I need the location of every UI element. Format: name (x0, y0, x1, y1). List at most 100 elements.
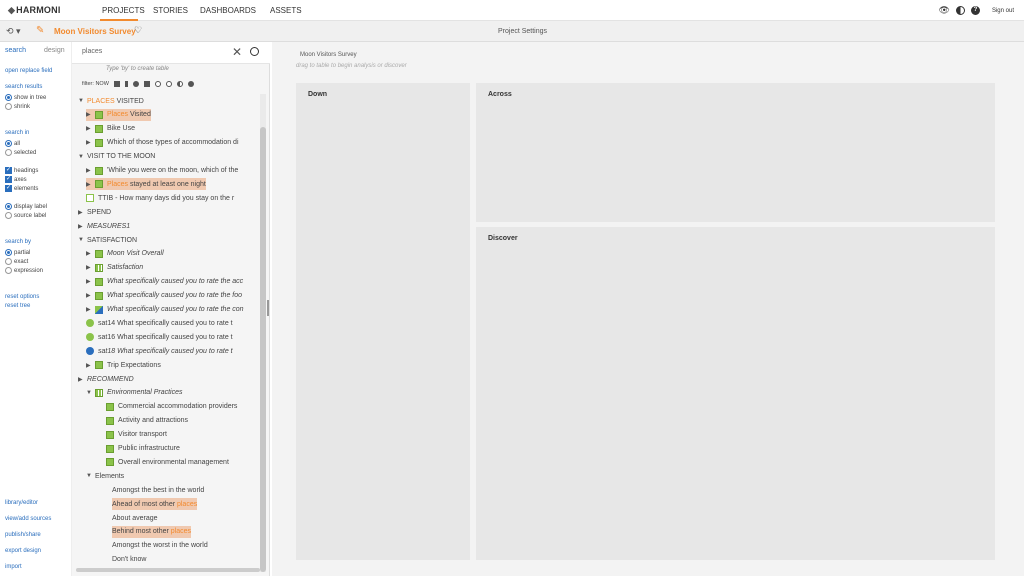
checkbox-elements[interactable]: ✓ elements (5, 185, 38, 192)
harmoni-logo[interactable]: ◆HARMONI (8, 5, 61, 16)
filter-label[interactable]: filter: NOW (82, 81, 109, 87)
eye-icon[interactable]: 👁 (939, 5, 950, 16)
tree-row[interactable]: Behind most other places (112, 525, 191, 538)
expand-down-icon[interactable]: ▼ (86, 473, 95, 479)
tab-design[interactable]: design (44, 47, 65, 54)
tree-row[interactable]: ▶ What specifically caused you to rate th… (86, 276, 243, 288)
nav-stories[interactable]: STORIES (153, 6, 188, 15)
tree-row[interactable]: TTIB - How many days did you stay on the… (86, 192, 234, 204)
export-design-link[interactable]: export design (5, 548, 41, 554)
checkbox-axes[interactable]: ✓ axes (5, 176, 27, 183)
bar-filter-icon[interactable] (124, 81, 128, 87)
tree-row[interactable]: ▶ Trip Expectations (86, 359, 161, 371)
option-show-in-tree[interactable]: show in tree (5, 94, 46, 101)
option-selected[interactable]: selected (5, 149, 36, 156)
tree-row[interactable]: ▼ Elements (86, 470, 124, 482)
tree-row[interactable]: Commercial accommodation providers (106, 401, 237, 413)
history-icon[interactable]: ⟲ ▾ (6, 26, 21, 37)
tree-scrollbar-thumb[interactable] (260, 127, 266, 572)
tree-row[interactable]: Visitor transport (106, 429, 167, 441)
tree-row[interactable]: ▶ Which of those types of accommodation d… (86, 137, 239, 149)
tree-row[interactable]: Overall environmental management (106, 456, 229, 468)
expand-right-icon[interactable]: ▶ (86, 139, 95, 146)
option-source-label[interactable]: source label (5, 212, 46, 219)
tree-row[interactable]: ▶ 'While you were on the moon, which of t… (86, 165, 238, 177)
tree-row[interactable]: ▶ MEASURES1 (78, 220, 130, 232)
tree-row[interactable]: Public infrastructure (106, 443, 180, 455)
tree-row[interactable]: Activity and attractions (106, 415, 188, 427)
option-all[interactable]: all (5, 140, 20, 147)
expand-right-icon[interactable]: ▶ (86, 250, 95, 257)
pin-filter-icon[interactable] (132, 81, 139, 87)
tree-row[interactable]: ▶ What specifically caused you to rate th… (86, 304, 244, 316)
tree-row[interactable]: ▼ SATISFACTION (78, 234, 137, 246)
reset-options-link[interactable]: reset options (5, 294, 39, 300)
expand-right-icon[interactable]: ▶ (86, 181, 95, 188)
expand-right-icon[interactable]: ▶ (86, 167, 95, 174)
expand-down-icon[interactable]: ▼ (86, 390, 95, 396)
view-sources-link[interactable]: view/add sources (5, 516, 51, 522)
publish-share-link[interactable]: publish/share (5, 532, 41, 538)
toggle-filter-icon[interactable] (187, 81, 194, 87)
tree-row[interactable]: sat16 What specifically caused you to ra… (86, 331, 233, 343)
tree-row[interactable]: Ahead of most other places (112, 498, 198, 511)
grid-filter-icon[interactable] (113, 81, 120, 87)
checkbox-headings[interactable]: ✓ headings (5, 167, 38, 174)
nav-assets[interactable]: ASSETS (270, 6, 302, 15)
signout-link[interactable]: Sign out (992, 8, 1014, 14)
tree-scrollbar[interactable] (260, 94, 266, 572)
expand-right-icon[interactable]: ▶ (86, 278, 95, 285)
option-expression[interactable]: expression (5, 267, 43, 274)
nav-dashboards[interactable]: DASHBOARDS (200, 6, 256, 15)
expand-right-icon[interactable]: ▶ (86, 125, 95, 132)
expand-down-icon[interactable]: ▼ (78, 237, 87, 243)
contrast-filter-icon[interactable] (176, 81, 183, 87)
discover-drop-zone[interactable]: Discover (476, 227, 995, 560)
tree-row[interactable]: ▶ Places stayed at least one night (86, 178, 206, 191)
tree-row[interactable]: ▶ RECOMMEND (78, 373, 134, 385)
open-replace-link[interactable]: open replace field (5, 68, 52, 74)
import-link[interactable]: import (5, 564, 22, 570)
tab-search[interactable]: search (5, 47, 26, 54)
library-editor-link[interactable]: library/editor (5, 500, 38, 506)
tree-row[interactable]: ▶ Satisfaction (86, 262, 143, 274)
tree-row[interactable]: Amongst the worst in the world (112, 540, 208, 552)
search-icon[interactable] (250, 47, 259, 56)
tree-row[interactable]: ▶ Places Visited (86, 108, 151, 121)
tree-row[interactable]: ▼ Environmental Practices (86, 387, 182, 399)
option-partial[interactable]: partial (5, 249, 30, 256)
expand-down-icon[interactable]: ▼ (78, 154, 87, 160)
nav-projects[interactable]: PROJECTS (102, 6, 145, 15)
tree-row[interactable]: ▶ SPEND (78, 206, 111, 218)
tree-row[interactable]: ▶ What specifically caused you to rate th… (86, 290, 242, 302)
expand-right-icon[interactable]: ▶ (86, 292, 95, 299)
eye-filter-icon[interactable] (154, 81, 161, 87)
expand-down-icon[interactable]: ▼ (78, 98, 87, 104)
contrast-icon[interactable] (955, 6, 965, 15)
help-icon[interactable]: ? (970, 6, 980, 15)
tree-search-input[interactable]: places (82, 48, 102, 55)
expand-right-icon[interactable]: ▶ (78, 376, 87, 383)
tree-row[interactable]: About average (112, 512, 158, 524)
expand-right-icon[interactable]: ▶ (86, 362, 95, 369)
tree-row[interactable]: sat14 What specifically caused you to ra… (86, 317, 233, 329)
expand-right-icon[interactable]: ▶ (86, 111, 95, 118)
tree-row[interactable]: Amongst the best in the world (112, 484, 204, 496)
hide-filter-icon[interactable] (165, 81, 172, 87)
tree-row[interactable]: Don't know (112, 554, 146, 566)
expand-right-icon[interactable]: ▶ (78, 209, 87, 216)
option-display-label[interactable]: display label (5, 203, 47, 210)
tree-row[interactable]: ▶ Bike Use (86, 123, 135, 135)
favorite-heart-icon[interactable]: ♡ (134, 25, 142, 36)
reset-tree-link[interactable]: reset tree (5, 303, 30, 309)
tree-row[interactable]: ▶ Moon Visit Overall (86, 248, 164, 260)
sort-filter-icon[interactable] (143, 81, 150, 87)
down-drop-zone[interactable]: Down (296, 83, 470, 560)
panel-resize-handle[interactable] (267, 300, 269, 316)
option-shrink[interactable]: shrink (5, 103, 30, 110)
across-drop-zone[interactable]: Across (476, 83, 995, 222)
tree-horizontal-scrollbar[interactable] (76, 568, 260, 572)
expand-right-icon[interactable]: ▶ (86, 264, 95, 271)
option-exact[interactable]: exact (5, 258, 28, 265)
tree-row[interactable]: ▼ PLACES VISITED (78, 95, 144, 107)
